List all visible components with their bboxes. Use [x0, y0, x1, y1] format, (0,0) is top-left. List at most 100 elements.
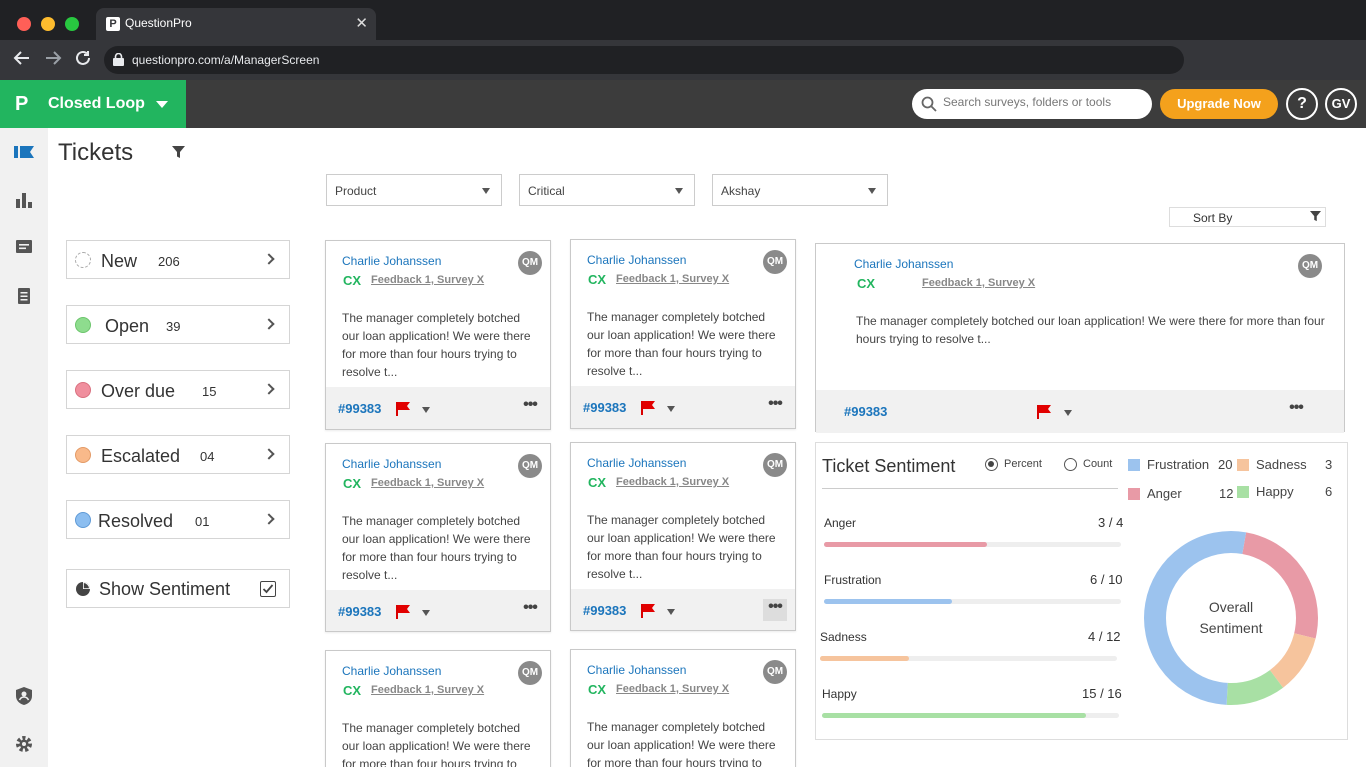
assignee-avatar: QM [518, 661, 542, 685]
reload-icon[interactable] [74, 49, 92, 72]
bar-fill-3 [822, 713, 1087, 718]
caret-down-icon[interactable] [422, 407, 430, 413]
product-switcher[interactable]: P Closed Loop [0, 80, 186, 128]
window-maximize-button[interactable] [65, 17, 79, 31]
survey-link[interactable]: Feedback 1, Survey X [371, 684, 484, 696]
user-shield-icon[interactable] [14, 686, 34, 706]
sort-by-select[interactable]: Sort By [1169, 207, 1326, 227]
more-options-icon[interactable]: ••• [1284, 400, 1308, 422]
more-options-icon[interactable]: ••• [763, 599, 787, 621]
product-name: Closed Loop [48, 95, 145, 112]
survey-link[interactable]: Feedback 1, Survey X [922, 277, 1035, 289]
status-dot-icon [75, 252, 91, 268]
status-open[interactable]: Open 39 [66, 305, 290, 344]
ticket-tag: CX [343, 476, 362, 491]
ticket-card[interactable]: Charlie Johanssen CX Feedback 1, Survey … [570, 649, 796, 767]
caret-down-icon[interactable] [422, 610, 430, 616]
more-options-icon[interactable]: ••• [518, 397, 542, 419]
customer-name-link[interactable]: Charlie Johanssen [587, 663, 686, 677]
status-overdue[interactable]: Over due 15 [66, 370, 290, 409]
status-label: Resolved [98, 511, 174, 531]
legend-label: Anger [1147, 486, 1182, 501]
bar-value: 6 / 10 [1090, 572, 1123, 587]
donut-center-label: Overall Sentiment [1138, 597, 1324, 639]
ticket-id-link[interactable]: #99383 [583, 400, 626, 415]
percent-radio[interactable] [985, 458, 998, 471]
ticket-id-link[interactable]: #99383 [844, 404, 887, 419]
search-input[interactable] [943, 95, 1143, 109]
user-avatar[interactable]: GV [1325, 88, 1357, 120]
checkmark-icon [262, 584, 274, 594]
ticket-card[interactable]: Charlie Johanssen CX Feedback 1, Survey … [325, 443, 551, 632]
chevron-right-icon [263, 253, 275, 265]
ticket-card[interactable]: Charlie Johanssen CX Feedback 1, Survey … [570, 239, 796, 429]
url-field[interactable]: questionpro.com/a/ManagerScreen [104, 46, 1184, 74]
red-flag-icon[interactable] [395, 604, 411, 620]
browser-tab[interactable]: P QuestionPro ✕ [96, 8, 376, 40]
red-flag-icon[interactable] [640, 603, 656, 619]
assignee-avatar: QM [763, 453, 787, 477]
customer-name-link[interactable]: Charlie Johanssen [854, 257, 953, 271]
gear-icon[interactable] [14, 734, 34, 754]
caret-down-icon[interactable] [667, 406, 675, 412]
survey-link[interactable]: Feedback 1, Survey X [616, 476, 729, 488]
survey-link[interactable]: Feedback 1, Survey X [616, 683, 729, 695]
red-flag-icon[interactable] [395, 401, 411, 417]
customer-name-link[interactable]: Charlie Johanssen [342, 254, 441, 268]
assignee-filter-select[interactable]: Akshay [712, 174, 888, 206]
red-flag-icon[interactable] [640, 400, 656, 416]
customer-name-link[interactable]: Charlie Johanssen [587, 456, 686, 470]
ticket-card-wide[interactable]: Charlie Johanssen CX Feedback 1, Survey … [815, 243, 1345, 433]
caret-down-icon[interactable] [1064, 410, 1072, 416]
more-options-icon[interactable]: ••• [518, 600, 542, 622]
more-options-icon[interactable]: ••• [763, 396, 787, 418]
legend-value: 6 [1325, 484, 1333, 499]
ticket-id-link[interactable]: #99383 [338, 604, 381, 619]
customer-name-link[interactable]: Charlie Johanssen [342, 457, 441, 471]
ticket-id-link[interactable]: #99383 [583, 603, 626, 618]
customer-name-link[interactable]: Charlie Johanssen [587, 253, 686, 267]
survey-link[interactable]: Feedback 1, Survey X [371, 274, 484, 286]
legend-label: Frustration [1147, 457, 1210, 472]
survey-link[interactable]: Feedback 1, Survey X [371, 477, 484, 489]
ticket-card[interactable]: Charlie Johanssen CX Feedback 1, Survey … [325, 650, 551, 767]
feedback-nav-icon[interactable] [14, 237, 34, 257]
legend-value: 3 [1325, 457, 1333, 472]
analytics-nav-icon[interactable] [14, 190, 34, 210]
tickets-nav-icon[interactable] [14, 142, 34, 162]
legend-label: Sadness [1256, 457, 1307, 472]
sentiment-title: Ticket Sentiment [822, 456, 956, 476]
window-minimize-button[interactable] [41, 17, 55, 31]
status-label: Over due [101, 381, 176, 401]
survey-link[interactable]: Feedback 1, Survey X [616, 273, 729, 285]
back-arrow-icon[interactable] [13, 49, 31, 72]
ticket-id-link[interactable]: #99383 [338, 401, 381, 416]
reports-nav-icon[interactable] [14, 286, 34, 306]
status-resolved[interactable]: Resolved 01 [66, 500, 290, 539]
bar-value: 3 / 4 [1098, 515, 1124, 530]
pie-chart-icon [76, 582, 90, 596]
show-sentiment-toggle[interactable]: Show Sentiment [66, 569, 290, 608]
help-button[interactable]: ? [1286, 88, 1318, 120]
customer-name-link[interactable]: Charlie Johanssen [342, 664, 441, 678]
ticket-footer: #99383 ••• [571, 386, 795, 428]
count-radio[interactable] [1064, 458, 1077, 471]
ticket-card[interactable]: Charlie Johanssen CX Feedback 1, Survey … [570, 442, 796, 631]
chevron-right-icon [263, 448, 275, 460]
tab-close-icon[interactable]: ✕ [355, 14, 368, 32]
priority-filter-select[interactable]: Critical [519, 174, 695, 206]
show-sentiment-checkbox[interactable] [260, 581, 276, 597]
assignee-avatar: QM [1298, 254, 1322, 278]
product-filter-select[interactable]: Product [326, 174, 502, 206]
window-close-button[interactable] [17, 17, 31, 31]
select-value: Product [335, 184, 377, 198]
red-flag-icon[interactable] [1036, 404, 1052, 420]
status-new[interactable]: New 206 [66, 240, 290, 279]
caret-down-icon[interactable] [667, 609, 675, 615]
status-escalated[interactable]: Escalated 04 [66, 435, 290, 474]
filter-icon[interactable] [172, 146, 185, 159]
ticket-card[interactable]: Charlie Johanssen CX Feedback 1, Survey … [325, 240, 551, 430]
browser-address-bar: questionpro.com/a/ManagerScreen [0, 40, 1366, 80]
forward-arrow-icon[interactable] [44, 49, 62, 72]
upgrade-now-button[interactable]: Upgrade Now [1160, 89, 1278, 119]
